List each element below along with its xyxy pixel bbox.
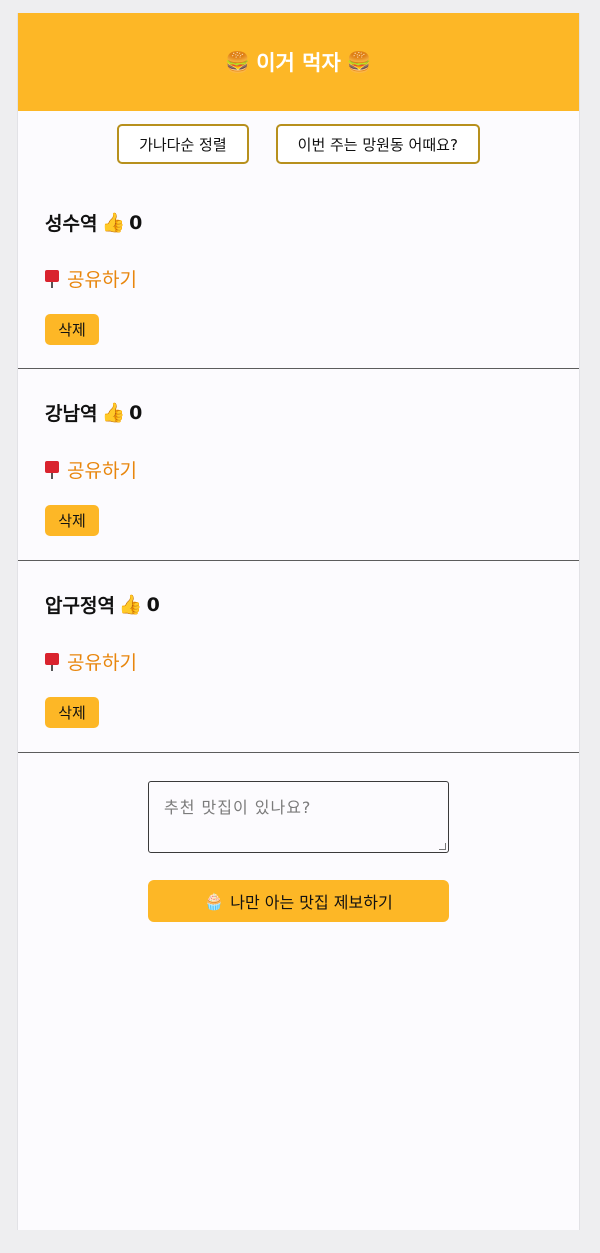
delete-button[interactable]: 삭제	[45, 314, 99, 345]
item-name: 성수역	[45, 213, 98, 235]
pushpin-icon	[45, 460, 59, 479]
item-title: 성수역 👍 0	[45, 209, 142, 236]
submit-label: 나만 아는 맛집 제보하기	[230, 893, 393, 912]
recommendation-textarea[interactable]: 추천 맛집이 있나요?	[148, 781, 449, 853]
item-title: 강남역 👍 0	[45, 399, 142, 426]
header-bar: 🍔 이거 먹자 🍔	[18, 13, 579, 111]
item-title: 압구정역 👍 0	[45, 591, 160, 618]
item-name: 압구정역	[45, 595, 115, 617]
share-link[interactable]: 공유하기	[45, 648, 137, 675]
page-title: 이거 먹자	[256, 51, 341, 75]
like-count: 0	[129, 401, 143, 424]
pushpin-icon	[45, 652, 59, 671]
cupcake-icon: 🧁	[204, 891, 225, 911]
thumbs-up-icon[interactable]: 👍	[101, 211, 125, 234]
share-link[interactable]: 공유하기	[45, 265, 137, 292]
share-label: 공유하기	[67, 269, 137, 291]
burger-icon: 🍔	[346, 50, 372, 74]
submit-form: 추천 맛집이 있나요? 🧁 나만 아는 맛집 제보하기	[18, 753, 579, 1013]
delete-button[interactable]: 삭제	[45, 505, 99, 536]
share-label: 공유하기	[67, 460, 137, 482]
app-window: 🍔 이거 먹자 🍔 가나다순 정렬 이번 주는 망원동 어때요? 성수역 👍 0…	[17, 13, 580, 1230]
like-count: 0	[129, 211, 143, 234]
burger-icon: 🍔	[225, 50, 251, 74]
pushpin-icon	[45, 269, 59, 288]
resize-handle-icon[interactable]	[439, 843, 446, 850]
like-count: 0	[146, 593, 160, 616]
sort-alphabetical-button[interactable]: 가나다순 정렬	[117, 124, 249, 164]
share-label: 공유하기	[67, 652, 137, 674]
textarea-placeholder: 추천 맛집이 있나요?	[164, 798, 312, 817]
item-name: 강남역	[45, 403, 98, 425]
suggest-mangwon-button[interactable]: 이번 주는 망원동 어때요?	[275, 124, 480, 164]
toolbar: 가나다순 정렬 이번 주는 망원동 어때요?	[18, 124, 579, 164]
thumbs-up-icon[interactable]: 👍	[101, 401, 125, 424]
restaurant-item: 성수역 👍 0 공유하기 삭제	[18, 164, 579, 369]
restaurant-item: 강남역 👍 0 공유하기 삭제	[18, 369, 579, 561]
share-link[interactable]: 공유하기	[45, 456, 137, 483]
thumbs-up-icon[interactable]: 👍	[119, 593, 143, 616]
restaurant-item: 압구정역 👍 0 공유하기 삭제	[18, 561, 579, 753]
delete-button[interactable]: 삭제	[45, 697, 99, 728]
submit-tip-button[interactable]: 🧁 나만 아는 맛집 제보하기	[148, 880, 449, 922]
